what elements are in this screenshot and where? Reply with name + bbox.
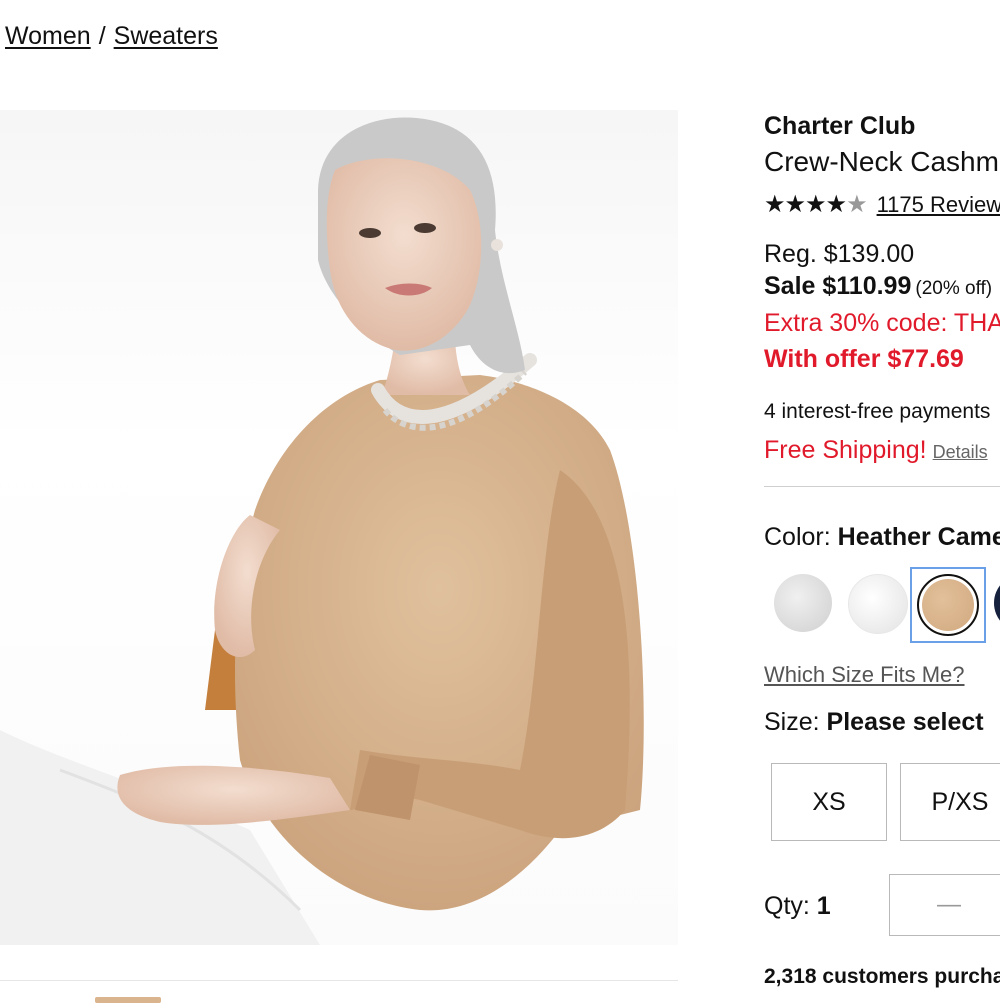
rating: ★★★★★ 1175 Reviews <box>764 190 1000 219</box>
quantity-value: 1 <box>816 892 831 920</box>
model-photo <box>0 117 644 945</box>
product-title: Crew-Neck Cashmere Sweater <box>764 146 1000 177</box>
regular-price: Reg. $139.00 <box>764 240 915 268</box>
installments-text: 4 interest-free payments <box>764 400 991 423</box>
selected-color: Heather Camel <box>837 523 1000 551</box>
thumbnail-image[interactable] <box>95 997 161 1003</box>
size-option-xs[interactable]: XS <box>771 763 887 841</box>
reviews-link[interactable]: 1175 Reviews <box>877 192 1000 218</box>
size-option-pxs[interactable]: P/XS <box>900 763 1000 841</box>
free-shipping: Free Shipping! Details <box>764 436 988 465</box>
color-label: Color: Heather Camel <box>764 523 1000 552</box>
size-guide-link[interactable]: Which Size Fits Me? <box>764 662 965 688</box>
breadcrumb-separator: / <box>98 22 106 50</box>
customers-purchased: 2,318 customers purchased <box>764 965 1000 988</box>
extra-discount-code: Extra 30% code: THANKS <box>764 309 1000 337</box>
color-swatch-light-grey[interactable] <box>774 574 832 632</box>
product-image[interactable] <box>0 110 678 945</box>
offer-price: With offer $77.69 <box>764 345 964 373</box>
star-rating-icon: ★★★★★ <box>764 191 868 218</box>
sale-price: Sale $110.99 (20% off) <box>764 272 992 301</box>
brand-name[interactable]: Charter Club <box>764 112 915 141</box>
sale-percent: (20% off) <box>915 278 993 299</box>
quantity-label: Qty: 1 <box>764 892 831 921</box>
sale-price-label: Sale $110.99 <box>764 272 912 300</box>
breadcrumb-women[interactable]: Women <box>5 22 91 50</box>
size-label: Size: Please select <box>764 708 984 737</box>
shipping-details-link[interactable]: Details <box>933 442 988 462</box>
breadcrumb: Women / Sweaters <box>5 22 218 51</box>
color-swatch-heather-camel <box>917 574 979 636</box>
color-swatch-heather-camel-selected[interactable] <box>910 567 986 643</box>
color-swatch-navy[interactable] <box>994 574 1000 632</box>
quantity-decrement-button[interactable]: — <box>889 874 1000 936</box>
breadcrumb-sweaters[interactable]: Sweaters <box>114 22 218 50</box>
color-swatch-white[interactable] <box>848 574 908 634</box>
product-info: Charter Club Crew-Neck Cashmere Sweater … <box>764 0 1000 1000</box>
color-label-text: Color: <box>764 523 831 551</box>
divider <box>764 486 1000 487</box>
thumbnail-strip <box>0 980 678 1003</box>
size-label-text: Size: <box>764 708 820 736</box>
size-prompt: Please select <box>826 708 984 736</box>
quantity-label-text: Qty: <box>764 892 810 920</box>
free-shipping-label: Free Shipping! <box>764 436 927 464</box>
